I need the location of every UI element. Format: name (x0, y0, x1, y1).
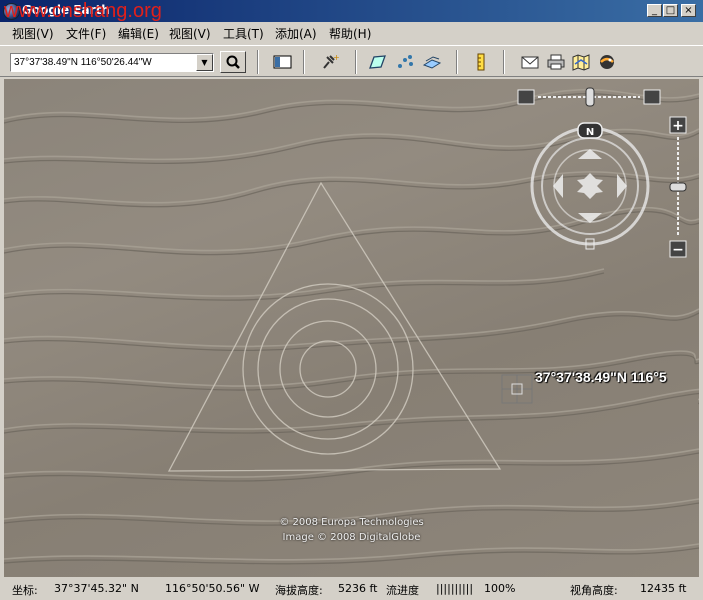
menu-bar: 视图(V) 文件(F) 编辑(E) 视图(V) 工具(T) 添加(A) 帮助(H… (0, 22, 703, 44)
streaming-percent: 100% (484, 582, 516, 595)
search-button[interactable] (220, 51, 246, 73)
toolbar-separator (303, 50, 305, 74)
zoom-in-button[interactable]: + (672, 118, 684, 134)
search-input[interactable] (11, 54, 201, 71)
streaming-label: 流进度 (386, 584, 419, 597)
zoom-out-button[interactable]: − (672, 242, 684, 258)
toolbar-separator (257, 50, 259, 74)
menu-item-tools[interactable]: 工具(T) (223, 25, 264, 42)
watermark-text: www.cnshang.org (4, 0, 162, 22)
menu-item-add[interactable]: 添加(A) (275, 25, 317, 42)
path-icon (398, 55, 413, 68)
add-image-overlay-button[interactable] (421, 52, 443, 72)
attribution-line-2: Image © 2008 DigitalGlobe (282, 532, 421, 543)
print-icon (547, 54, 565, 70)
chevron-down-icon[interactable]: ▼ (196, 54, 213, 71)
menu-item-view-2[interactable]: 视图(V) (169, 25, 211, 42)
menu-item-help[interactable]: 帮助(H) (329, 25, 371, 42)
latitude-value: 37°37'45.32" N (54, 582, 139, 595)
placemark-crosshair-icon[interactable] (501, 374, 533, 404)
eye-altitude-value: 12435 ft (640, 582, 687, 595)
map-icon (572, 54, 590, 71)
svg-text:+: + (333, 53, 340, 62)
ruler-button[interactable] (470, 52, 492, 72)
toolbar-separator (456, 50, 458, 74)
terrain-texture: N + − (4, 87, 699, 565)
add-polygon-button[interactable] (367, 52, 389, 72)
maximize-button[interactable]: □ (663, 4, 678, 17)
sidebar-toggle-icon (273, 55, 292, 69)
sidebar-toggle-button[interactable] (271, 52, 293, 72)
ground-marking (167, 181, 502, 472)
coord-label: 坐标: (12, 584, 38, 597)
placemark-label[interactable]: 37°37'38.49"N 116°5 (535, 369, 667, 385)
sky-icon (600, 55, 614, 69)
status-bar: 坐标: 37°37'45.32" N 116°50'50.56" W 海拔高度:… (0, 577, 703, 600)
sky-switch-button[interactable] (596, 52, 618, 72)
email-icon (521, 56, 539, 69)
add-placemark-button[interactable]: + (318, 52, 340, 72)
eye-altitude-label: 视角高度: (570, 584, 618, 597)
tilt-slider[interactable] (517, 87, 661, 107)
attribution-line-1: © 2008 Europa Technologies (279, 517, 424, 528)
image-overlay-icon (422, 56, 442, 69)
title-bar: Google Earth www.cnshang.org _ □ × (0, 0, 703, 22)
minimize-button[interactable]: _ (647, 4, 662, 17)
map-viewport[interactable]: N + − 37°37'38.49"N 116°5 © 2008 Europa … (4, 79, 699, 577)
toolbar-separator (503, 50, 505, 74)
google-maps-button[interactable] (570, 52, 592, 72)
search-combobox[interactable]: ▼ (10, 53, 214, 72)
toolbar: ▼ + (0, 45, 703, 77)
elevation-label: 海拔高度: (275, 584, 323, 597)
compass-north-label: N (586, 127, 594, 138)
zoom-slider[interactable] (669, 116, 687, 258)
menu-item-file[interactable]: 文件(F) (66, 25, 106, 42)
menu-item-edit[interactable]: 编辑(E) (118, 25, 159, 42)
print-button[interactable] (545, 52, 567, 72)
email-button[interactable] (519, 52, 541, 72)
menu-item-view[interactable]: 视图(V) (12, 25, 54, 42)
streaming-progress-bar: |||||||||| (436, 582, 474, 595)
longitude-value: 116°50'50.56" W (165, 582, 260, 595)
ruler-icon (477, 53, 485, 71)
toolbar-separator (355, 50, 357, 74)
add-path-button[interactable] (395, 52, 417, 72)
elevation-value: 5236 ft (338, 582, 378, 595)
search-icon (226, 55, 240, 69)
close-button[interactable]: × (681, 4, 696, 17)
placemark-icon: + (323, 53, 340, 69)
polygon-icon (369, 55, 386, 69)
